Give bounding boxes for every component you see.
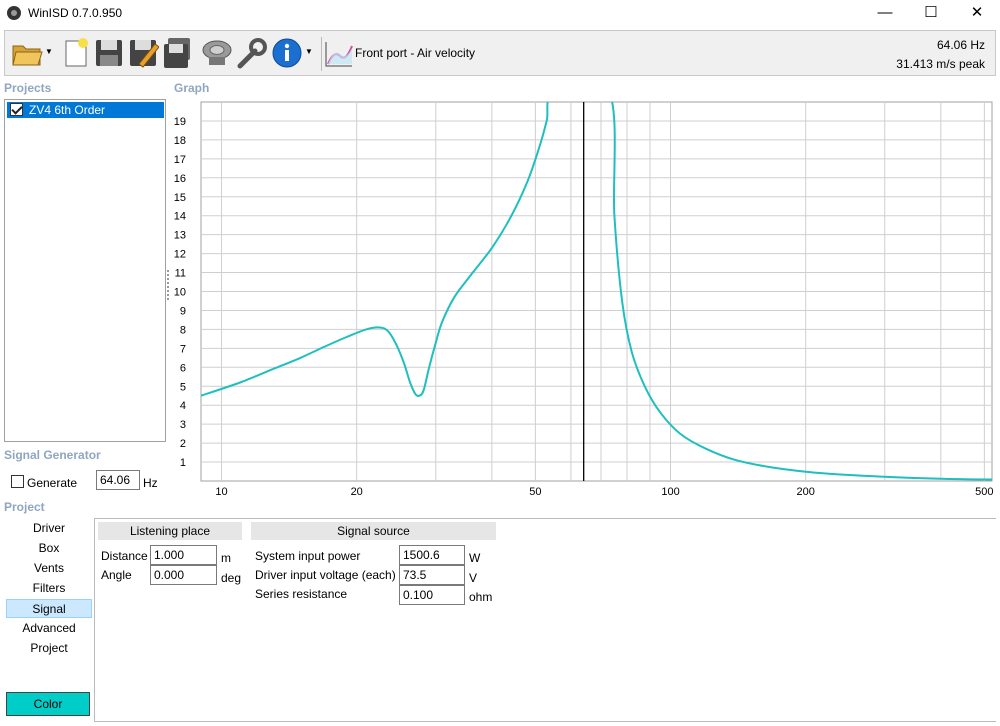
save-all-icon[interactable] [161,36,193,70]
y-tick-label: 15 [174,192,186,204]
generator-frequency-unit: Hz [143,476,158,490]
graph-panel[interactable]: 1 2 3 4 5 6 7 8 9 10 11 12 13 14 15 16 17 18 19 10 20 50 100 20… [170,100,996,500]
nav-item-filters[interactable]: Filters [6,579,92,598]
nav-item-box[interactable]: Box [6,539,92,558]
y-tick-label: 6 [180,362,186,374]
y-tick-label: 3 [180,419,186,431]
driver-input-voltage-input[interactable]: 73.5 [399,565,465,585]
project-section-label: Project [4,500,45,514]
value-readout: 31.413 m/s peak [896,57,985,71]
edit-icon[interactable] [127,36,160,70]
graph-section-label: Graph [174,81,210,95]
project-checkbox[interactable] [10,103,23,116]
y-tick-label: 9 [180,305,186,317]
save-icon[interactable] [93,36,125,70]
x-tick-label: 20 [351,486,363,498]
tools-icon[interactable] [235,36,267,70]
info-dropdown-chevron-icon[interactable]: ▼ [305,48,313,56]
nav-item-advanced[interactable]: Advanced [6,619,92,638]
y-tick-label: 11 [175,268,186,280]
y-tick-label: 17 [174,154,186,166]
projects-list[interactable]: ZV4 6th Order [4,99,166,442]
distance-label: Distance [101,549,148,563]
x-tick-label: 500 [975,486,993,498]
generator-frequency-input[interactable]: 64.06 [96,470,140,490]
y-tick-label: 8 [180,324,186,336]
project-item[interactable]: ZV4 6th Order [7,102,164,118]
close-button[interactable]: ✕ [954,0,1000,28]
y-tick-label: 18 [174,135,186,147]
toolbar-separator [321,37,322,71]
series-resistance-label: Series resistance [255,587,348,601]
y-tick-label: 14 [174,211,186,223]
driver-input-voltage-unit: V [469,571,478,585]
nav-item-signal[interactable]: Signal [6,599,92,618]
y-tick-label: 4 [180,400,186,412]
distance-unit: m [221,551,231,565]
x-tick-label: 10 [215,486,227,498]
system-input-power-input[interactable]: 1500.6 [399,545,465,565]
y-tick-label: 19 [174,116,186,128]
y-tick-label: 5 [180,381,186,393]
y-tick-label: 7 [180,343,186,355]
x-tick-label: 50 [529,486,541,498]
minimize-button[interactable]: — [862,0,908,28]
y-tick-label: 1 [180,457,186,469]
nav-item-project[interactable]: Project [6,639,92,658]
y-tick-label: 16 [174,173,186,185]
open-folder-icon[interactable] [11,36,43,70]
y-tick-label: 10 [174,287,186,299]
app-speaker-icon [7,6,21,20]
y-tick-label: 2 [180,438,186,450]
color-button[interactable]: Color [6,692,90,716]
signal-generator-section-label: Signal Generator [4,448,101,462]
distance-input[interactable]: 1.000 [150,545,217,565]
signal-source-header: Signal source [251,522,496,540]
y-tick-label: 12 [174,249,186,261]
new-project-icon[interactable] [59,36,91,70]
graph-type-selector[interactable]: Front port - Air velocity [355,46,475,60]
generate-label: Generate [27,476,78,490]
frequency-readout: 64.06 Hz [936,38,985,52]
info-icon[interactable] [271,36,303,70]
driver-icon[interactable] [201,36,233,70]
maximize-button[interactable]: ☐ [908,0,954,28]
nav-item-driver[interactable]: Driver [6,519,92,538]
driver-input-voltage-label: Driver input voltage (each) [255,568,396,582]
toolbar: ▼ ▼ Front port - Air velocity 64.06 Hz 3… [4,30,996,76]
y-tick-label: 13 [174,230,186,242]
x-tick-label: 100 [661,486,679,498]
signal-settings-panel: Listening place Distance 1.000 m Angle 0… [94,518,996,722]
system-input-power-label: System input power [255,549,361,563]
angle-input[interactable]: 0.000 [150,565,217,585]
open-dropdown-chevron-icon[interactable]: ▼ [45,48,53,56]
nav-item-vents[interactable]: Vents [6,559,92,578]
listening-place-header: Listening place [98,522,242,540]
generate-checkbox[interactable] [11,475,24,488]
title-bar: WinISD 0.7.0.950 — ☐ ✕ [0,0,1000,28]
series-resistance-input[interactable]: 0.100 [399,585,465,605]
window-title: WinISD 0.7.0.950 [28,6,123,20]
angle-label: Angle [101,568,132,582]
series-resistance-unit: ohm [469,590,493,604]
air-velocity-chart[interactable]: 1234567891011121314151617181910 20 50 100 20… [170,100,996,500]
angle-unit: deg [221,571,242,585]
projects-section-label: Projects [4,81,52,95]
project-name: ZV4 6th Order [29,103,106,117]
x-tick-label: 200 [797,486,815,498]
graph-type-icon[interactable] [323,36,353,70]
system-input-power-unit: W [469,551,481,565]
